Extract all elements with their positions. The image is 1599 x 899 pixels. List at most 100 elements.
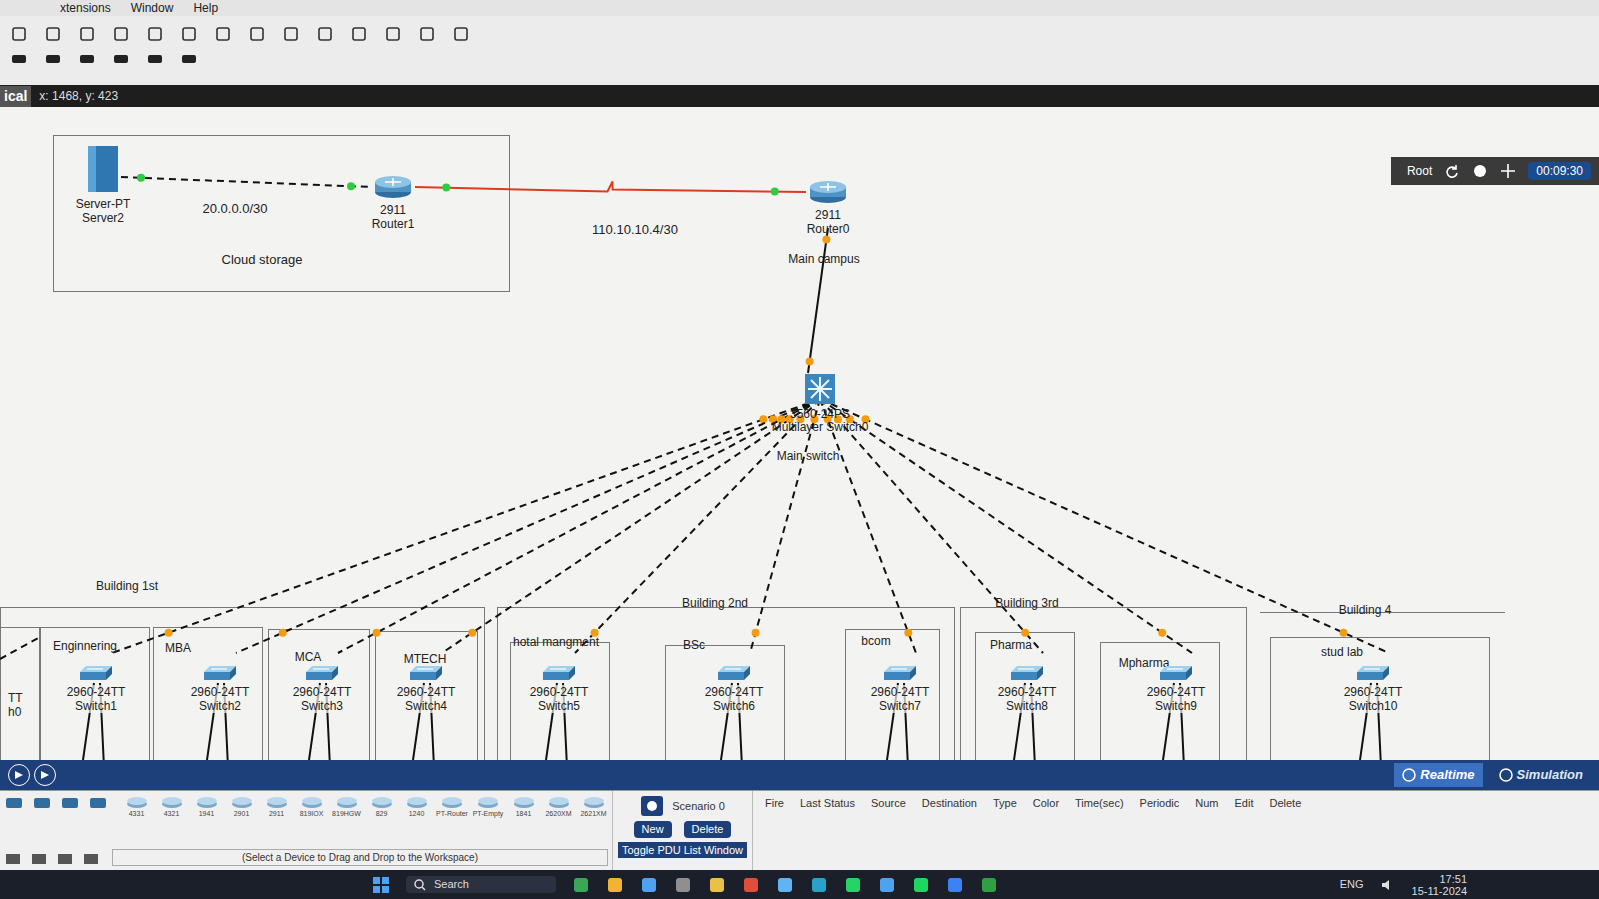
taskbar-search[interactable]: Search	[406, 876, 556, 893]
toggle-pdu-button[interactable]: Toggle PDU List Window	[618, 842, 747, 859]
language-indicator[interactable]: ENG	[1340, 876, 1364, 893]
mode-tab[interactable]: Simulation	[1491, 763, 1591, 787]
switch-node[interactable]	[541, 664, 577, 682]
switch-node[interactable]	[1355, 664, 1391, 682]
device-model-item[interactable]: 2911	[262, 795, 291, 818]
clock-icon	[1402, 768, 1416, 782]
switch-node[interactable]	[716, 664, 752, 682]
scenario-button[interactable]: Delete	[684, 821, 732, 838]
uplink[interactable]	[750, 399, 820, 653]
toolbar-button[interactable]	[314, 24, 336, 44]
device-model-item[interactable]: 819IOX	[297, 795, 326, 818]
toolbar-button[interactable]	[8, 24, 30, 44]
port-light	[771, 188, 779, 196]
toolbar-button[interactable]	[416, 24, 438, 44]
toolbar-button[interactable]	[178, 24, 200, 44]
clock-date: 15-11-2024	[1412, 885, 1467, 897]
device-model-item[interactable]: 1941	[192, 795, 221, 818]
drawing-tool-button[interactable]	[76, 48, 98, 68]
device-model-label: 1240	[409, 809, 425, 818]
tool-icon	[10, 25, 28, 43]
server-node[interactable]	[86, 144, 120, 194]
uplink[interactable]	[575, 399, 820, 653]
menu-item[interactable]: Help	[193, 0, 218, 17]
device-model-item[interactable]: 829	[367, 795, 396, 818]
uplink[interactable]	[820, 399, 1389, 653]
building-label: Building 4	[1339, 603, 1392, 617]
router-icon	[405, 795, 429, 809]
uplink[interactable]	[236, 399, 820, 653]
router-icon	[582, 795, 606, 809]
router-node[interactable]	[373, 174, 413, 200]
toolbar-button[interactable]	[348, 24, 370, 44]
menu-item[interactable]: Window	[131, 0, 174, 17]
mode-tabs: Realtime Simulation	[1394, 763, 1591, 787]
device-model-item[interactable]: 1240	[402, 795, 431, 818]
port-light	[1158, 629, 1166, 637]
mode-tab[interactable]: Realtime	[1394, 763, 1482, 787]
device-model-label: 829	[376, 809, 388, 818]
toolbar-button[interactable]	[144, 24, 166, 44]
device-model-item[interactable]: PT-Empty	[473, 795, 503, 818]
server-router-link[interactable]	[121, 177, 371, 187]
toolbar-button[interactable]	[110, 24, 132, 44]
device-model-item[interactable]: 819HGW	[332, 795, 361, 818]
drawing-tool-button[interactable]	[42, 48, 64, 68]
switch-node[interactable]	[1009, 664, 1045, 682]
uplink[interactable]	[442, 399, 820, 653]
multilayer-switch-node[interactable]	[804, 373, 836, 405]
device-model-label: 4331	[129, 809, 145, 818]
department-label: Enginnering	[53, 639, 117, 653]
toolbar-button[interactable]	[450, 24, 472, 44]
switch-node[interactable]	[202, 664, 238, 682]
device-model-item[interactable]: 4331	[122, 795, 151, 818]
uplink[interactable]	[112, 399, 820, 653]
root-label[interactable]: Root	[1407, 162, 1432, 180]
time-control-button[interactable]	[8, 764, 30, 786]
device-model-item[interactable]: 1841	[509, 795, 538, 818]
scenario-button[interactable]: New	[634, 821, 672, 838]
toolbar-button[interactable]	[246, 24, 268, 44]
switch-node[interactable]	[882, 664, 918, 682]
toolbar-button[interactable]	[76, 24, 98, 44]
toolbar-button[interactable]	[42, 24, 64, 44]
clock[interactable]: 17:5115-11-2024	[1412, 873, 1467, 897]
toolbar-button[interactable]	[212, 24, 234, 44]
uplink[interactable]	[820, 399, 1043, 653]
toolbar-button[interactable]	[280, 24, 302, 44]
device-model-item[interactable]: 4321	[157, 795, 186, 818]
switch-node[interactable]	[304, 664, 340, 682]
router-node[interactable]	[808, 179, 848, 205]
play-icon	[39, 769, 51, 781]
device-model-item[interactable]: PT-Router	[437, 795, 467, 818]
device-model-item[interactable]: 2621XM	[579, 795, 608, 818]
router-switch-link[interactable]	[808, 228, 828, 373]
device-hint-row: (Select a Device to Drag and Drop to the…	[4, 849, 608, 866]
device-model-item[interactable]: 2620XM	[544, 795, 573, 818]
draw-icon	[112, 49, 130, 67]
toolbar-button[interactable]	[382, 24, 404, 44]
uplink[interactable]	[820, 399, 916, 653]
logical-tab[interactable]: ical	[0, 86, 31, 107]
scenario-select[interactable]: Scenario 0	[672, 798, 725, 815]
workspace-canvas[interactable]: Root00:09:30Server-PTServer220.0.0.0/301…	[0, 107, 1599, 760]
serial-link[interactable]	[415, 182, 806, 193]
device-name: Server2	[82, 211, 124, 225]
scenario-icon	[640, 795, 664, 817]
switch-node[interactable]	[1158, 664, 1194, 682]
switch-node[interactable]	[408, 664, 444, 682]
drawing-tool-button[interactable]	[144, 48, 166, 68]
device-model-label: 4321	[164, 809, 180, 818]
device-model-item[interactable]: 2901	[227, 795, 256, 818]
drawing-tool-button[interactable]	[110, 48, 132, 68]
port-light	[468, 629, 476, 637]
switch-node[interactable]	[78, 664, 114, 682]
drawing-tool-button[interactable]	[178, 48, 200, 68]
drawing-tool-button[interactable]	[8, 48, 30, 68]
switch-icon	[1009, 664, 1045, 682]
uplink[interactable]	[820, 399, 1192, 653]
time-control-button[interactable]	[34, 764, 56, 786]
uplink[interactable]	[338, 399, 820, 653]
menu-item[interactable]: xtensions	[60, 0, 111, 17]
switch-icon	[1158, 664, 1194, 682]
